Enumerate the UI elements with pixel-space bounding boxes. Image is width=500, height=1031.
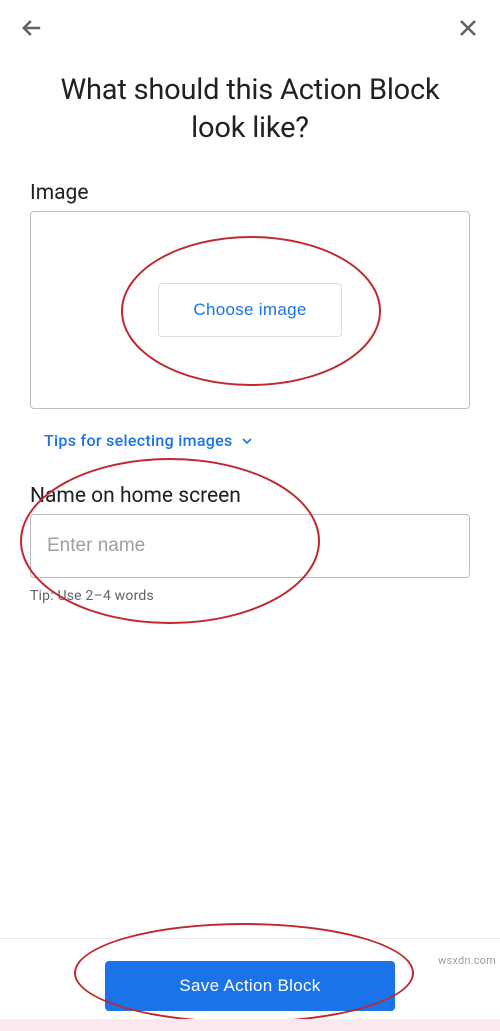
image-preview-box: Choose image bbox=[30, 211, 470, 409]
tips-link[interactable]: Tips for selecting images bbox=[44, 431, 255, 450]
choose-image-button[interactable]: Choose image bbox=[158, 283, 341, 337]
back-icon[interactable] bbox=[18, 14, 46, 42]
close-icon[interactable] bbox=[454, 14, 482, 42]
chevron-down-icon bbox=[239, 433, 255, 449]
footer-bar: Save Action Block bbox=[0, 938, 500, 1011]
watermark-text: wsxdn.com bbox=[438, 954, 496, 967]
tips-link-label: Tips for selecting images bbox=[44, 431, 233, 450]
image-label: Image bbox=[30, 181, 470, 205]
bottom-accent-bar bbox=[0, 1019, 500, 1031]
name-input[interactable] bbox=[30, 514, 470, 578]
save-action-block-button[interactable]: Save Action Block bbox=[105, 961, 395, 1011]
name-tip: Tip: Use 2–4 words bbox=[30, 588, 470, 604]
page-title: What should this Action Block look like? bbox=[0, 42, 500, 157]
name-label: Name on home screen bbox=[30, 484, 470, 508]
